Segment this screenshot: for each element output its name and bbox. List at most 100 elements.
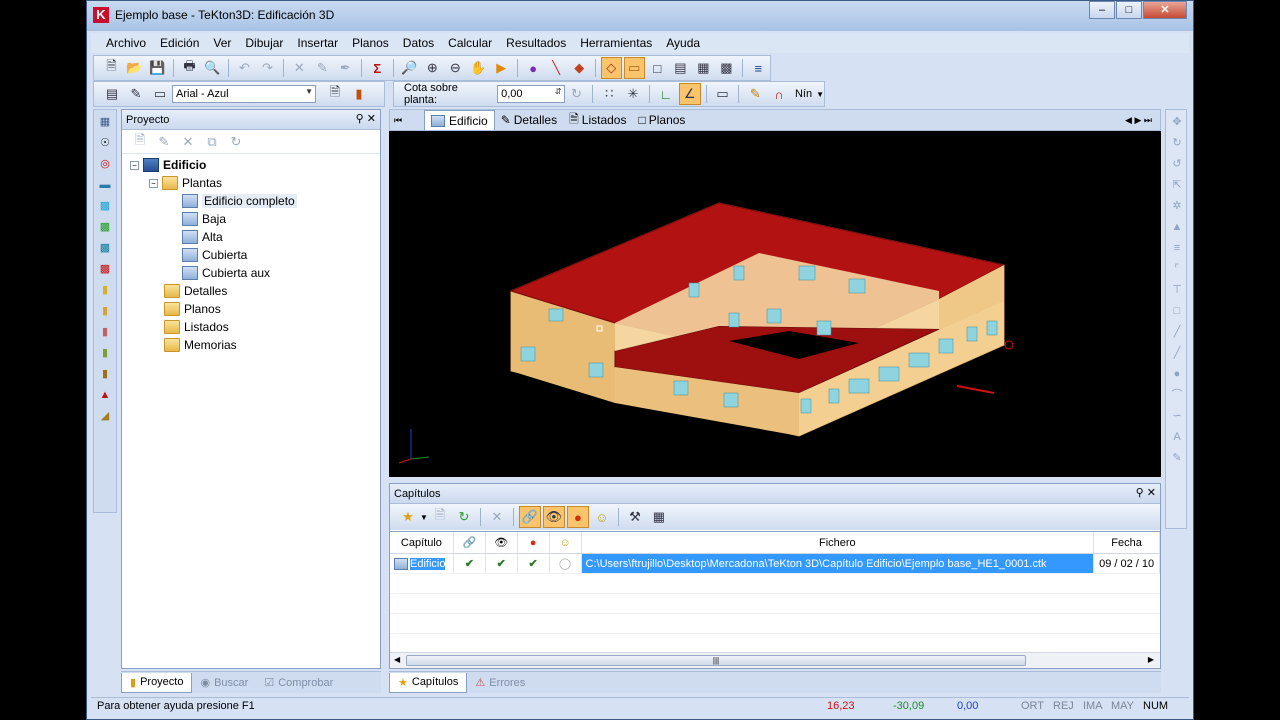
compass-icon[interactable]: ☉ bbox=[96, 134, 114, 152]
panel-yellow-icon[interactable]: ▮ bbox=[96, 281, 114, 299]
tree-node-cubierta-aux[interactable]: Cubierta aux bbox=[182, 264, 270, 282]
pan-hand-icon[interactable]: ✋ bbox=[468, 57, 489, 79]
tab-nav-arrows-icon[interactable]: ◀ ▶ ⏭ bbox=[1125, 115, 1152, 126]
point-icon[interactable]: ● bbox=[1168, 365, 1186, 383]
zoom-in-icon[interactable]: ⊕ bbox=[422, 57, 443, 79]
tab-capitulos[interactable]: ★ Capítulos bbox=[389, 672, 468, 693]
edit-item-icon[interactable]: ✎ bbox=[153, 131, 175, 153]
empty-circle-icon[interactable]: ◯ bbox=[550, 554, 582, 573]
spline-icon[interactable]: ∽ bbox=[1168, 407, 1186, 425]
wall-cyan-icon[interactable]: ▩ bbox=[96, 239, 114, 257]
eye-icon[interactable]: 👁 bbox=[542, 506, 565, 528]
brush-icon[interactable]: ✒ bbox=[335, 57, 356, 79]
polyline-icon[interactable]: ╱ bbox=[1168, 344, 1186, 362]
floor-icon[interactable]: ▬ bbox=[96, 176, 114, 194]
status-rej[interactable]: REJ bbox=[1053, 700, 1074, 712]
angle-icon[interactable]: ∠ bbox=[678, 83, 701, 105]
scroll-thumb[interactable]: ||| bbox=[406, 655, 1026, 666]
offset-icon[interactable]: ≡ bbox=[1168, 239, 1186, 257]
menu-herramientas[interactable]: Herramientas bbox=[573, 36, 659, 50]
status-may[interactable]: MAY bbox=[1111, 700, 1134, 712]
stack-layers-icon[interactable]: ≡ bbox=[748, 57, 769, 79]
extend-icon[interactable]: ⊤ bbox=[1168, 281, 1186, 299]
panel-green-icon[interactable]: ▮ bbox=[96, 344, 114, 362]
check-icon[interactable]: ✔ bbox=[454, 554, 486, 573]
menu-ver[interactable]: Ver bbox=[206, 36, 238, 50]
link-icon[interactable]: 🔗 bbox=[518, 506, 541, 528]
collapse-icon[interactable]: − bbox=[149, 178, 158, 188]
scroll-right-icon[interactable]: ▶ bbox=[1148, 655, 1154, 664]
scale-icon[interactable]: ⇱ bbox=[1168, 176, 1186, 194]
undo-icon[interactable]: ↶ bbox=[234, 57, 255, 79]
delete-icon[interactable]: ✕ bbox=[289, 57, 310, 79]
wall-red-icon[interactable]: ▩ bbox=[96, 260, 114, 278]
wall-green-icon[interactable]: ▩ bbox=[96, 218, 114, 236]
nin-button[interactable]: Nín bbox=[795, 88, 812, 100]
pen-icon[interactable]: ✎ bbox=[1168, 449, 1186, 467]
refresh-icon[interactable]: ↻ bbox=[566, 83, 588, 105]
collapse-icon[interactable]: − bbox=[130, 160, 139, 170]
menu-resultados[interactable]: Resultados bbox=[499, 36, 573, 50]
col-fecha[interactable]: Fecha bbox=[1094, 532, 1160, 553]
tree-node-edificio[interactable]: − Edificio bbox=[130, 156, 206, 174]
view-top-icon[interactable]: ▦ bbox=[693, 57, 714, 79]
view-plan-icon[interactable]: ▭ bbox=[623, 57, 645, 79]
new-item-icon[interactable]: 🗎 bbox=[129, 131, 151, 153]
tab-errores[interactable]: ⚠ Errores bbox=[467, 673, 533, 693]
reload-icon[interactable]: ↻ bbox=[453, 506, 475, 528]
scroll-left-icon[interactable]: ◀ bbox=[394, 655, 400, 664]
menu-calcular[interactable]: Calcular bbox=[441, 36, 499, 50]
star-icon[interactable]: ★ bbox=[397, 506, 419, 528]
tab-buscar[interactable]: ◉ Buscar bbox=[192, 673, 256, 693]
minimize-button[interactable]: – bbox=[1089, 1, 1115, 19]
edit-icon[interactable]: ✎ bbox=[312, 57, 333, 79]
tools-icon[interactable]: ⚒ bbox=[624, 506, 646, 528]
target-icon[interactable]: ◎ bbox=[96, 155, 114, 173]
print-icon[interactable]: 🖶 bbox=[179, 57, 200, 79]
close-button[interactable]: ✕ bbox=[1143, 1, 1187, 19]
menu-dibujar[interactable]: Dibujar bbox=[238, 36, 290, 50]
format-icon[interactable]: ▤ bbox=[101, 83, 123, 105]
view-3d-icon[interactable]: ◇ bbox=[600, 57, 622, 79]
new-file-icon[interactable]: 🗎 bbox=[101, 57, 122, 79]
line-icon[interactable]: ╱ bbox=[1168, 323, 1186, 341]
view-front-icon[interactable]: □ bbox=[647, 57, 668, 79]
document-icon[interactable]: 🗎 bbox=[324, 83, 346, 105]
print-preview-icon[interactable]: 🔍 bbox=[202, 57, 223, 79]
book-icon[interactable]: ▮ bbox=[348, 83, 370, 105]
tree-node-planos[interactable]: Planos bbox=[164, 300, 221, 318]
tree-node-baja[interactable]: Baja bbox=[182, 210, 226, 228]
wall-blue-icon[interactable]: ▩ bbox=[96, 197, 114, 215]
chevron-down-icon[interactable]: ▼ bbox=[816, 90, 824, 99]
pin-close-icons[interactable]: ⚲ ✕ bbox=[356, 112, 376, 125]
text-icon[interactable]: A bbox=[1168, 428, 1186, 446]
tree-node-detalles[interactable]: Detalles bbox=[164, 282, 227, 300]
stair-icon[interactable]: ◢ bbox=[96, 407, 114, 425]
tree-node-memorias[interactable]: Memorias bbox=[164, 336, 237, 354]
table-icon[interactable]: ▦ bbox=[648, 506, 670, 528]
measure-icon[interactable]: ╲ bbox=[546, 57, 567, 79]
menu-planos[interactable]: Planos bbox=[345, 36, 396, 50]
text-style-icon[interactable]: ▭ bbox=[149, 83, 171, 105]
tab-proyecto[interactable]: ▮ Proyecto bbox=[121, 672, 193, 693]
status-ima[interactable]: IMA bbox=[1083, 700, 1103, 712]
tree-node-cubierta[interactable]: Cubierta bbox=[182, 246, 247, 264]
rotate-back-icon[interactable]: ↺ bbox=[1168, 155, 1186, 173]
col-capitulo[interactable]: Capítulo bbox=[390, 532, 454, 553]
move-icon[interactable]: ✥ bbox=[1168, 113, 1186, 131]
check-icon[interactable]: ✔ bbox=[486, 554, 518, 573]
snap-icon[interactable]: ✳ bbox=[622, 83, 644, 105]
copy-item-icon[interactable]: ⧉ bbox=[201, 131, 223, 153]
view-select-icon[interactable]: ▶ bbox=[491, 57, 512, 79]
chevron-down-icon[interactable]: ▼ bbox=[420, 513, 428, 522]
dimension-icon[interactable]: ▭ bbox=[712, 83, 734, 105]
col-calc-icon[interactable]: ● bbox=[518, 532, 550, 553]
open-folder-icon[interactable]: 📂 bbox=[124, 57, 145, 79]
view-text-icon[interactable]: ▩ bbox=[716, 57, 737, 79]
tree-node-plantas[interactable]: − Plantas bbox=[149, 174, 222, 192]
tab-detalles[interactable]: ✎ Detalles bbox=[495, 110, 563, 130]
tab-edificio[interactable]: Edificio bbox=[424, 110, 495, 130]
calendar-icon[interactable]: ▦ bbox=[96, 113, 114, 131]
sum-icon[interactable]: Σ bbox=[367, 57, 388, 79]
save-icon[interactable]: 💾 bbox=[147, 57, 168, 79]
